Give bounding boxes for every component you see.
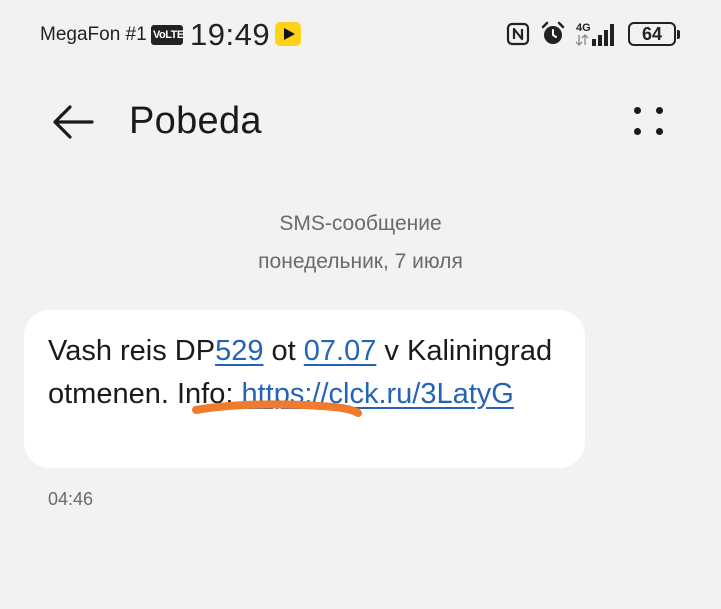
more-dot-icon [634,107,641,114]
message-bubble[interactable]: Vash reis DP529 ot 07.07 v Kaliningrad o… [24,310,585,468]
back-button[interactable] [44,100,100,144]
carrier-name: MegaFon #1 [40,24,147,45]
message-date-label: понедельник, 7 июля [258,250,463,273]
message-text: Vash reis DP529 ot 07.07 v Kaliningrad o… [48,330,568,416]
contact-name: Pobeda [129,100,262,142]
battery-indicator: 64 [628,22,676,46]
nfc-icon [506,22,530,46]
conversation-header: Pobeda [0,80,721,170]
signal-4g-icon: 4G [576,22,614,46]
alarm-icon [541,21,565,44]
status-bar: MegaFon #1 VoLTE 19:49 4G 64 [0,0,721,70]
message-text-part: ot [263,335,304,367]
message-text-part: Vash reis DP [48,335,216,367]
arrow-left-icon [53,105,94,139]
play-notification-icon [275,22,301,46]
screen: MegaFon #1 VoLTE 19:49 4G 64 Pobeda SMS-… [0,0,721,609]
battery-tip [677,30,680,39]
flight-number-link[interactable]: 529 [215,335,263,367]
message-timestamp: 04:46 [48,489,94,509]
message-type-label: SMS-сообщение [279,212,442,235]
more-options-button[interactable] [620,98,678,150]
date-link[interactable]: 07.07 [304,335,377,367]
url-link[interactable]: https://clck.ru/3LatyG [241,378,513,410]
more-dot-icon [634,128,641,135]
more-dot-icon [656,128,663,135]
status-time: 19:49 [190,17,271,52]
more-dot-icon [656,107,663,114]
network-type-label: 4G [576,22,591,34]
volte-badge: VoLTE [151,25,184,45]
